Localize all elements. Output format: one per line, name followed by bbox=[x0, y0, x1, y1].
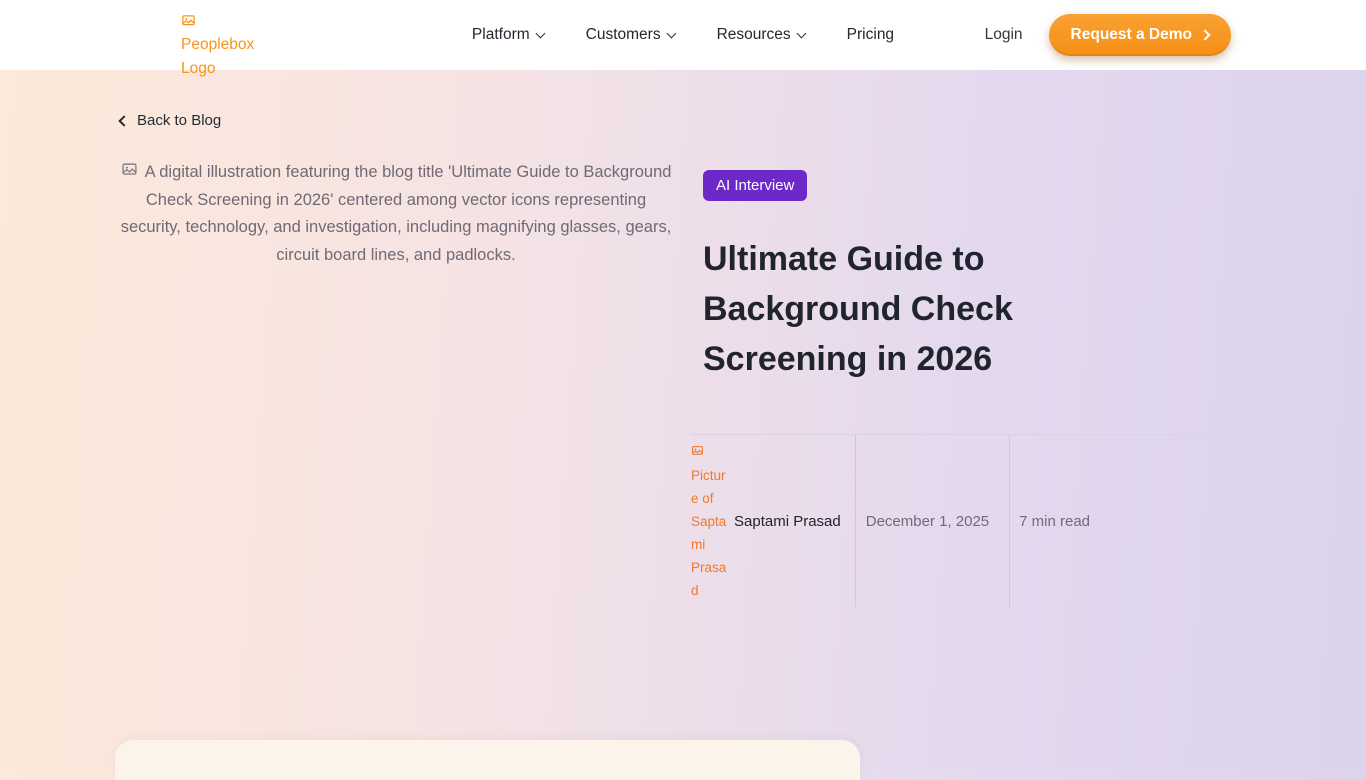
content-card bbox=[115, 740, 860, 780]
nav-item-label: Customers bbox=[586, 26, 661, 44]
back-to-blog-label: Back to Blog bbox=[137, 112, 221, 129]
logo-alt-text: Peoplebox Logo bbox=[181, 33, 285, 81]
logo-broken-image[interactable]: Peoplebox Logo bbox=[181, 10, 285, 81]
chevron-down-icon bbox=[666, 28, 676, 38]
nav-item-platform[interactable]: Platform bbox=[472, 26, 544, 44]
nav-item-label: Resources bbox=[717, 26, 791, 44]
login-link[interactable]: Login bbox=[985, 26, 1023, 44]
back-to-blog-link[interactable]: Back to Blog bbox=[120, 112, 221, 129]
nav-item-pricing[interactable]: Pricing bbox=[847, 26, 894, 44]
hero-image-alt-text: A digital illustration featuring the blo… bbox=[121, 163, 672, 264]
chevron-down-icon bbox=[796, 28, 806, 38]
request-demo-label: Request a Demo bbox=[1071, 26, 1192, 44]
main-nav: Platform Customers Resources Pricing bbox=[472, 0, 894, 70]
broken-image-icon bbox=[121, 162, 138, 179]
author-avatar-alt-text: Picture of Saptami Prasad bbox=[691, 468, 726, 598]
request-demo-button[interactable]: Request a Demo bbox=[1049, 14, 1231, 56]
chevron-left-icon bbox=[118, 115, 129, 126]
nav-item-customers[interactable]: Customers bbox=[586, 26, 675, 44]
author-name: Saptami Prasad bbox=[734, 513, 841, 530]
publish-date: December 1, 2025 bbox=[856, 435, 1010, 607]
nav-item-label: Platform bbox=[472, 26, 530, 44]
read-time: 7 min read bbox=[1010, 435, 1090, 607]
category-badge[interactable]: AI Interview bbox=[703, 170, 807, 201]
nav-item-label: Pricing bbox=[847, 26, 894, 44]
header-right-group: Login Request a Demo bbox=[985, 0, 1231, 70]
chevron-down-icon bbox=[535, 28, 545, 38]
nav-item-resources[interactable]: Resources bbox=[717, 26, 805, 44]
hero-broken-image: A digital illustration featuring the blo… bbox=[115, 159, 677, 269]
top-navigation-bar: Peoplebox Logo Platform Customers Resour… bbox=[0, 0, 1366, 70]
chevron-right-icon bbox=[1199, 29, 1210, 40]
article-meta-row: Picture of Saptami Prasad Saptami Prasad… bbox=[691, 435, 1243, 607]
broken-image-icon bbox=[691, 445, 704, 458]
author-avatar-broken-image: Picture of Saptami Prasad bbox=[691, 441, 727, 602]
page-title: Ultimate Guide to Background Check Scree… bbox=[703, 234, 1113, 384]
broken-image-icon bbox=[181, 14, 196, 29]
author-section: Picture of Saptami Prasad Saptami Prasad bbox=[691, 435, 856, 607]
